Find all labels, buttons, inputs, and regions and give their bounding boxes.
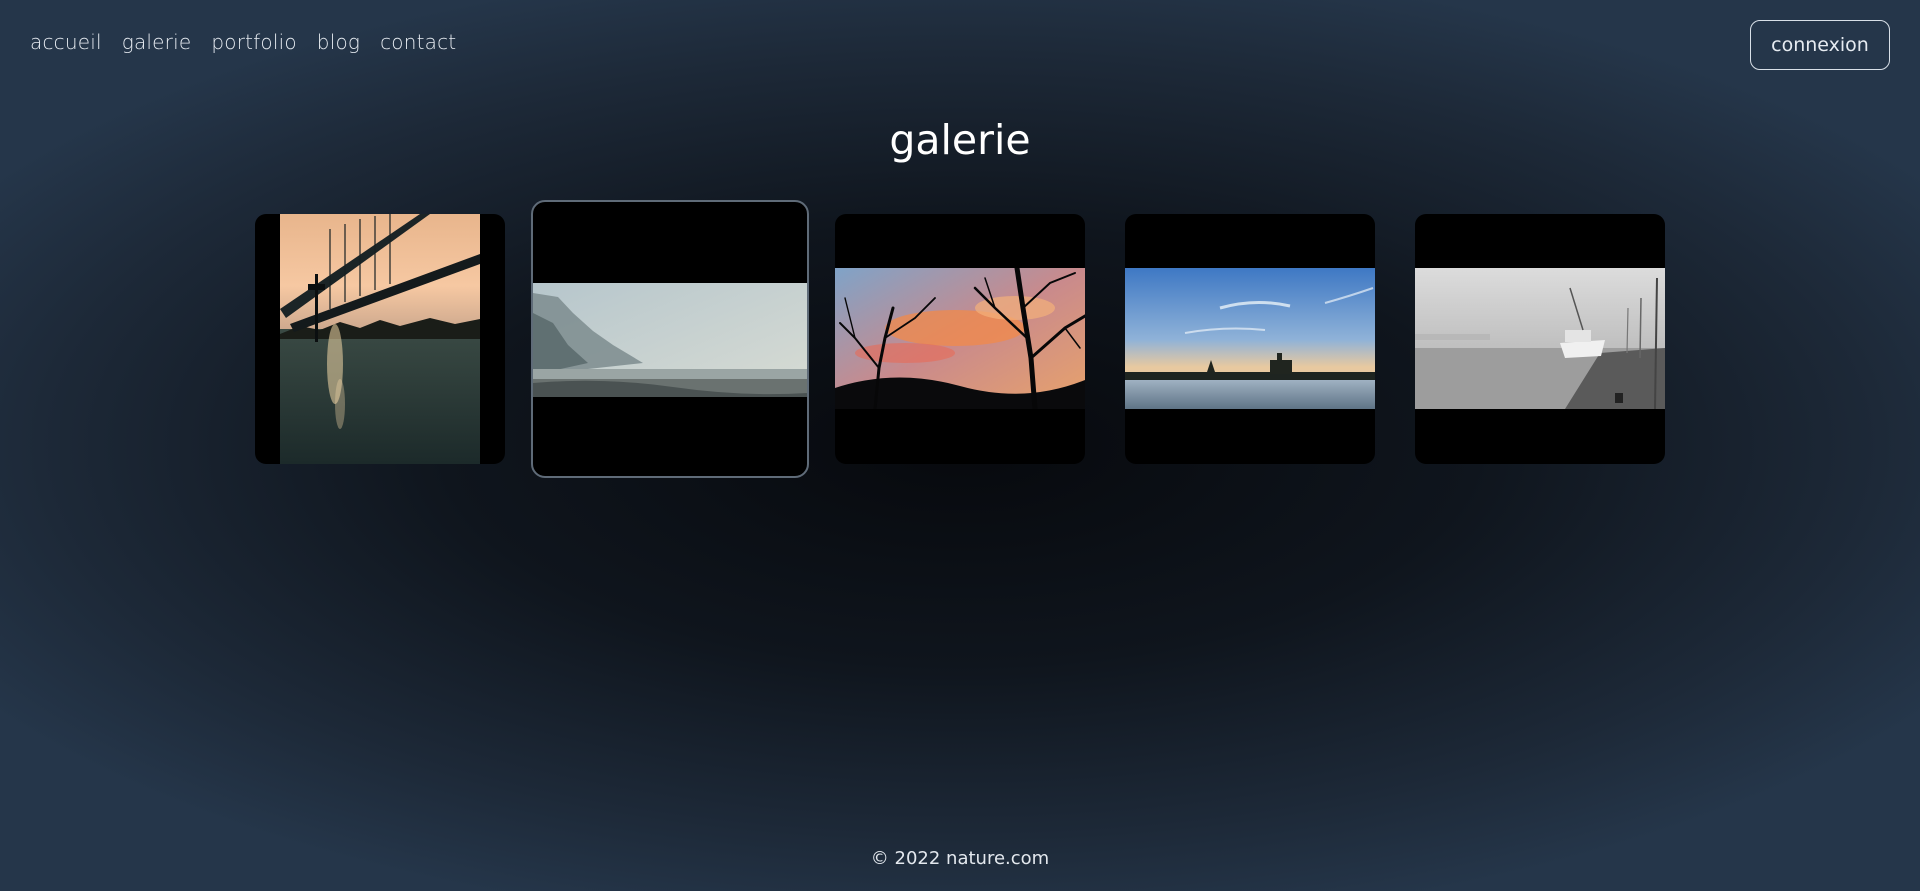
river-ruins-image bbox=[1125, 268, 1375, 409]
main-nav: accueil galerie portfolio blog contact bbox=[30, 30, 476, 54]
foggy-pier-image bbox=[1415, 268, 1665, 409]
login-button[interactable]: connexion bbox=[1750, 20, 1890, 70]
nav-link-portfolio[interactable]: portfolio bbox=[211, 30, 296, 54]
footer-copyright: © 2022 nature.com bbox=[870, 848, 1050, 869]
nav-link-galerie[interactable]: galerie bbox=[122, 30, 192, 54]
nav-link-accueil[interactable]: accueil bbox=[30, 30, 102, 54]
gallery-photo-misty-cliffs[interactable] bbox=[531, 200, 809, 478]
gallery-photo-bridge-sunset[interactable] bbox=[255, 214, 505, 464]
photo-gallery bbox=[255, 200, 1665, 478]
gallery-photo-trees-sunset[interactable] bbox=[835, 214, 1085, 464]
page-title: galerie bbox=[889, 116, 1031, 164]
bridge-sunset-image bbox=[280, 214, 480, 464]
nav-link-blog[interactable]: blog bbox=[317, 30, 360, 54]
trees-sunset-image bbox=[835, 268, 1085, 409]
gallery-photo-foggy-pier[interactable] bbox=[1415, 214, 1665, 464]
gallery-photo-river-ruins[interactable] bbox=[1125, 214, 1375, 464]
nav-link-contact[interactable]: contact bbox=[380, 30, 456, 54]
misty-cliffs-image bbox=[533, 283, 807, 397]
